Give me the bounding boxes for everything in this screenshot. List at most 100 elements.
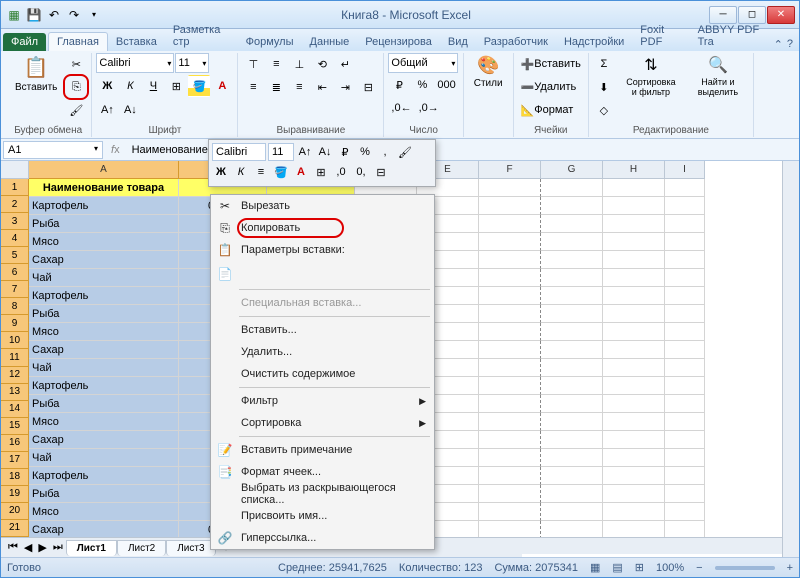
- italic-button[interactable]: К: [119, 75, 141, 97]
- cell[interactable]: [541, 503, 603, 521]
- cell[interactable]: [479, 413, 541, 431]
- col-header-A[interactable]: A: [29, 161, 179, 179]
- cell[interactable]: [603, 341, 665, 359]
- cell[interactable]: [603, 269, 665, 287]
- cell[interactable]: [541, 467, 603, 485]
- mini-shrink-font-icon[interactable]: A↓: [316, 143, 334, 161]
- align-left-icon[interactable]: ≡: [242, 76, 264, 98]
- cell[interactable]: [541, 395, 603, 413]
- mini-size-combo[interactable]: 11: [268, 143, 294, 161]
- tab-вид[interactable]: Вид: [440, 33, 476, 51]
- cell[interactable]: [665, 431, 705, 449]
- styles-button[interactable]: 🎨 Стили: [468, 53, 509, 91]
- tab-данные[interactable]: Данные: [302, 33, 358, 51]
- cell[interactable]: [541, 359, 603, 377]
- ctx-выбрать-из-раскрывающегося-списка-[interactable]: Выбрать из раскрывающегося списка...: [211, 483, 434, 505]
- row-header[interactable]: 12: [1, 367, 29, 384]
- currency-icon[interactable]: ₽: [388, 74, 410, 96]
- tab-рецензирова[interactable]: Рецензирова: [357, 33, 440, 51]
- col-header-F[interactable]: F: [479, 161, 541, 179]
- row-header[interactable]: 1: [1, 179, 29, 196]
- copy-button[interactable]: ⎘: [65, 76, 87, 98]
- cell[interactable]: [479, 503, 541, 521]
- tab-разметка стр[interactable]: Разметка стр: [165, 21, 238, 51]
- number-format-combo[interactable]: Общий▾: [388, 53, 458, 73]
- decrease-indent-icon[interactable]: ⇤: [311, 76, 333, 98]
- cell[interactable]: [603, 503, 665, 521]
- cell[interactable]: [541, 179, 603, 197]
- row-header[interactable]: 21: [1, 520, 29, 537]
- cell[interactable]: [479, 359, 541, 377]
- cell[interactable]: [479, 233, 541, 251]
- cell[interactable]: [541, 413, 603, 431]
- help-icon[interactable]: ?: [787, 38, 793, 51]
- align-middle-icon[interactable]: ≡: [265, 53, 287, 75]
- cell[interactable]: [541, 521, 603, 537]
- cell[interactable]: [665, 305, 705, 323]
- cell[interactable]: [603, 467, 665, 485]
- cell[interactable]: Наименование товара: [29, 179, 179, 197]
- horizontal-scrollbar[interactable]: [522, 537, 782, 554]
- cell[interactable]: [479, 197, 541, 215]
- percent-icon[interactable]: %: [411, 74, 433, 96]
- cell[interactable]: [479, 431, 541, 449]
- mini-border-icon[interactable]: ⊞: [312, 163, 330, 181]
- zoom-in-icon[interactable]: +: [787, 562, 793, 574]
- row-header[interactable]: 10: [1, 332, 29, 349]
- cell[interactable]: [603, 431, 665, 449]
- cell[interactable]: [479, 269, 541, 287]
- cell[interactable]: [603, 305, 665, 323]
- ctx-присвоить-имя-[interactable]: Присвоить имя...: [211, 505, 434, 527]
- cell[interactable]: [665, 233, 705, 251]
- row-header[interactable]: 17: [1, 452, 29, 469]
- paste-button[interactable]: 📋 Вставить: [9, 53, 63, 95]
- cell[interactable]: [541, 341, 603, 359]
- fill-color-button[interactable]: 🪣: [188, 75, 210, 97]
- cell[interactable]: Чай: [29, 359, 179, 377]
- cell[interactable]: [603, 323, 665, 341]
- cell[interactable]: [479, 377, 541, 395]
- cell[interactable]: [603, 413, 665, 431]
- cell[interactable]: [479, 251, 541, 269]
- font-size-combo[interactable]: 11▾: [175, 53, 209, 73]
- cell[interactable]: Сахар: [29, 521, 179, 537]
- col-header-H[interactable]: H: [603, 161, 665, 179]
- mini-percent-icon[interactable]: %: [356, 143, 374, 161]
- sheet-nav-next-icon[interactable]: ▶: [35, 541, 49, 554]
- row-header[interactable]: 3: [1, 213, 29, 230]
- mini-italic-icon[interactable]: К: [232, 163, 250, 181]
- cell[interactable]: [541, 269, 603, 287]
- comma-icon[interactable]: 000: [434, 74, 458, 96]
- align-bottom-icon[interactable]: ⊥: [288, 53, 310, 75]
- cell[interactable]: [479, 323, 541, 341]
- ctx-гиперссылка-[interactable]: 🔗Гиперссылка...: [211, 527, 434, 549]
- wrap-text-icon[interactable]: ↵: [334, 53, 356, 75]
- cell[interactable]: [665, 377, 705, 395]
- sheet-tab[interactable]: Лист2: [117, 540, 166, 556]
- ctx-paste-option[interactable]: 📄: [211, 261, 434, 287]
- sheet-tab[interactable]: Лист3: [166, 540, 215, 556]
- row-header[interactable]: 6: [1, 264, 29, 281]
- bold-button[interactable]: Ж: [96, 75, 118, 97]
- cell[interactable]: [665, 323, 705, 341]
- view-break-icon[interactable]: ⊞: [635, 561, 644, 574]
- sheet-nav-prev-icon[interactable]: ◀: [21, 541, 35, 554]
- redo-icon[interactable]: ↷: [65, 6, 83, 24]
- row-header[interactable]: 14: [1, 401, 29, 418]
- merge-icon[interactable]: ⊟: [357, 76, 379, 98]
- cell[interactable]: [603, 449, 665, 467]
- mini-dec-decimal-icon[interactable]: 0,: [352, 163, 370, 181]
- cell[interactable]: [665, 179, 705, 197]
- cell[interactable]: Чай: [29, 269, 179, 287]
- name-box[interactable]: A1▾: [3, 141, 103, 159]
- clear-icon[interactable]: ◇: [593, 99, 615, 121]
- cell[interactable]: [541, 287, 603, 305]
- view-normal-icon[interactable]: ▦: [590, 561, 600, 574]
- cell[interactable]: [479, 215, 541, 233]
- sheet-nav-first-icon[interactable]: ⏮: [5, 541, 21, 554]
- mini-comma-icon[interactable]: ,: [376, 143, 394, 161]
- format-cells-button[interactable]: 📐 Формат: [518, 99, 577, 121]
- ctx-вырезать[interactable]: ✂Вырезать: [211, 195, 434, 217]
- tab-abbyy pdf tra[interactable]: ABBYY PDF Tra: [690, 21, 774, 51]
- cell[interactable]: [541, 197, 603, 215]
